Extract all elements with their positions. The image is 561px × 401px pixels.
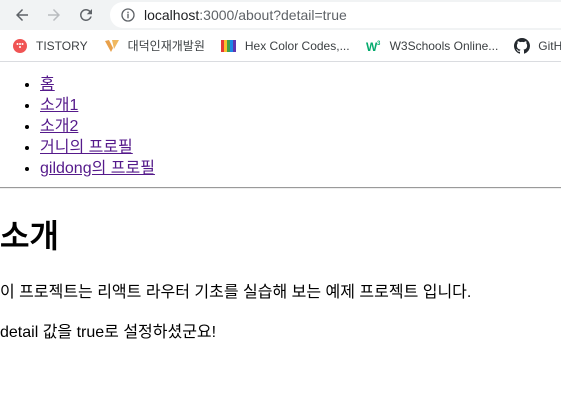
url-host: localhost [144, 7, 200, 23]
tistory-icon [12, 38, 28, 54]
bookmark-daedeok[interactable]: 대덕인재개발원 [104, 37, 205, 54]
w3schools-icon: W3 [366, 38, 382, 54]
address-bar[interactable]: localhost:3000/about?detail=true [110, 2, 561, 28]
reload-button[interactable] [74, 3, 98, 27]
hex-color-icon [220, 38, 237, 54]
bookmark-label: 대덕인재개발원 [127, 39, 205, 53]
bookmark-w3schools[interactable]: W3 W3Schools Online... [366, 38, 499, 54]
url-path: :3000/about?detail=true [199, 7, 347, 23]
list-item: 홈 [40, 74, 561, 95]
daedeok-icon [104, 38, 120, 54]
reload-icon [79, 8, 92, 21]
bookmarks-bar: TISTORY 대덕인재개발원 Hex Color Codes,... W3 W… [0, 30, 561, 62]
arrow-right-icon [48, 9, 60, 21]
svg-text:3: 3 [377, 41, 381, 47]
site-info-icon[interactable] [120, 7, 136, 23]
bookmark-label: Hex Color Codes,... [244, 38, 350, 53]
list-item: gildong의 프로필 [40, 158, 561, 179]
page-title: 소개 [0, 218, 59, 254]
arrow-left-icon [16, 9, 28, 21]
bookmark-tistory[interactable]: TISTORY [12, 38, 88, 54]
page-content: 홈 소개1 소개2 거니의 프로필 gildong의 프로필 소개 이 프로젝트… [0, 62, 561, 342]
browser-toolbar: localhost:3000/about?detail=true [0, 0, 561, 30]
nav-link-about2[interactable]: 소개2 [40, 118, 78, 135]
list-item: 소개2 [40, 116, 561, 137]
detail-message: detail 값을 true로 설정하셨군요! [0, 324, 217, 341]
github-icon [514, 37, 531, 54]
nav-link-profile-gunny[interactable]: 거니의 프로필 [40, 139, 133, 156]
bookmark-label: GitH [538, 38, 561, 53]
list-item: 거니의 프로필 [40, 137, 561, 158]
description-text: 이 프로젝트는 리액트 라우터 기초를 실습해 보는 예제 프로젝트 입니다. [0, 284, 472, 301]
back-button[interactable] [10, 3, 34, 27]
bookmark-github[interactable]: GitH [514, 37, 561, 54]
list-item: 소개1 [40, 95, 561, 116]
bookmark-hex-color[interactable]: Hex Color Codes,... [220, 38, 350, 54]
forward-button[interactable] [42, 3, 66, 27]
nav-link-profile-gildong[interactable]: gildong의 프로필 [40, 160, 155, 177]
divider [0, 187, 561, 189]
nav-link-about1[interactable]: 소개1 [40, 97, 78, 114]
bookmark-label: W3Schools Online... [389, 38, 499, 53]
bookmark-label: TISTORY [36, 38, 88, 53]
nav-link-home[interactable]: 홈 [40, 76, 55, 93]
nav-list: 홈 소개1 소개2 거니의 프로필 gildong의 프로필 [0, 62, 561, 179]
